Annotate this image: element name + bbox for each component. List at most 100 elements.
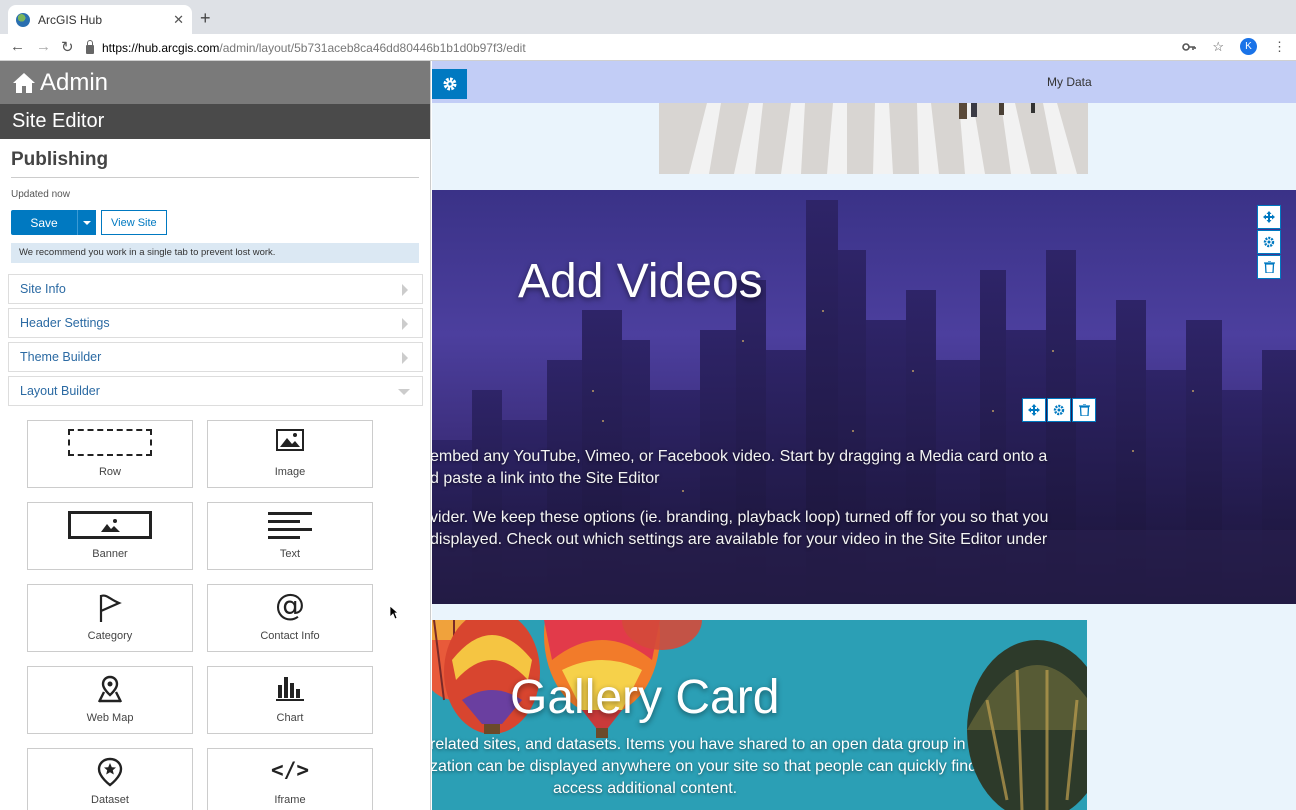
card-dataset[interactable]: Dataset [27,748,193,810]
back-icon[interactable]: ← [10,38,25,55]
videos-text-line: displayed. Check out which settings are … [432,531,1048,548]
site-editor-panel: Admin Site Editor Publishing Updated now… [0,61,431,810]
chevron-right-icon [402,284,408,296]
card-label: Iframe [274,794,306,806]
card-text[interactable]: Text [207,502,373,570]
accordion-label: Layout Builder [20,384,100,398]
address-bar-row: ← → ↻ https://hub.arcgis.com/admin/layou… [0,34,1296,61]
chevron-right-icon [402,318,408,330]
dark-balloon-photo [967,640,1087,810]
move-icon [1028,404,1040,416]
url-host: https://hub.arcgis.com [102,41,220,55]
accordion-header-settings[interactable]: Header Settings [8,308,423,338]
site-nav-bar: My Data [432,61,1296,103]
publishing-section: Publishing Updated now Save View Site We… [0,139,430,263]
accordion-label: Theme Builder [20,350,102,364]
row-icon [68,429,152,456]
close-tab-icon[interactable]: ✕ [173,12,184,28]
mouse-cursor-icon [389,605,399,620]
chevron-down-icon [398,389,410,395]
card-label: Image [274,466,306,478]
accordion-theme-builder[interactable]: Theme Builder [8,342,423,372]
row-toolbar [1257,205,1281,279]
code-icon: </> [271,758,309,782]
banner-icon [68,511,152,539]
view-site-button[interactable]: View Site [101,210,167,235]
accordion-site-info[interactable]: Site Info [8,274,423,304]
url-input[interactable]: https://hub.arcgis.com/admin/layout/5b73… [86,37,1236,59]
card-image[interactable]: Image [207,420,373,488]
card-label: Dataset [91,794,129,806]
crosswalk-photo [659,103,1088,174]
gallery-text-line: zation can be displayed anywhere on your… [432,758,1009,775]
tab-title: ArcGIS Hub [38,12,103,27]
card-contact-info[interactable]: @ Contact Info [207,584,373,652]
card-iframe[interactable]: </> Iframe [207,748,373,810]
card-banner[interactable]: Banner [27,502,193,570]
map-pin-icon [97,675,123,703]
move-row-button[interactable] [1257,205,1281,229]
gear-icon [1053,404,1065,416]
chart-icon [276,677,304,701]
move-card-button[interactable] [1022,398,1046,422]
caret-down-icon [83,220,91,225]
at-icon: @ [275,588,305,623]
admin-title: Admin [40,68,109,96]
browser-tab-bar: ArcGIS Hub ✕ + [0,0,1296,34]
site-editor-title: Site Editor [0,104,430,139]
key-icon[interactable] [1182,42,1197,52]
card-label: Row [98,466,121,478]
card-label: Chart [276,712,304,724]
gallery-text-line: access additional content. [553,780,738,797]
videos-text-line: embed any YouTube, Vimeo, or Facebook vi… [432,448,1048,465]
chevron-right-icon [402,352,408,364]
trash-icon [1263,261,1275,273]
videos-text-line: d paste a link into the Site Editor [432,470,660,487]
url-path: /admin/layout/5b731aceb8ca46dd80446b1b1d… [219,41,526,55]
text-icon [268,512,312,539]
publishing-heading: Publishing [11,149,419,178]
site-preview: My Data Add Videos embed any YouTube, Vi… [432,61,1296,810]
save-dropdown-button[interactable] [77,210,96,235]
profile-avatar[interactable]: K [1240,38,1257,55]
card-row[interactable]: Row [27,420,193,488]
globe-icon [16,12,30,27]
image-icon [276,429,304,451]
card-label: Web Map [86,712,134,724]
card-chart[interactable]: Chart [207,666,373,734]
single-tab-notice: We recommend you work in a single tab to… [11,243,419,263]
home-icon [13,72,35,93]
browser-tab[interactable]: ArcGIS Hub ✕ [8,5,192,34]
accordion-label: Header Settings [20,316,110,330]
nav-link-my-data[interactable]: My Data [1047,75,1092,89]
trash-icon [1078,404,1090,416]
site-settings-button[interactable] [432,69,467,99]
card-settings-button[interactable] [1047,398,1071,422]
editor-accordion: Site Info Header Settings Theme Builder … [0,274,430,406]
star-icon[interactable]: ☆ [1212,39,1224,55]
card-label: Category [87,630,133,642]
updated-status: Updated now [11,189,70,200]
forward-icon[interactable]: → [36,38,51,55]
card-toolbar [1022,398,1096,422]
card-category[interactable]: Category [27,584,193,652]
new-tab-icon[interactable]: + [200,8,211,29]
gear-icon [443,77,456,91]
delete-row-button[interactable] [1257,255,1281,279]
lock-icon [86,39,94,54]
admin-header[interactable]: Admin [0,61,430,104]
reload-icon[interactable]: ↻ [61,38,74,56]
gallery-banner-section: Gallery Card related sites, and datasets… [432,620,1087,810]
accordion-layout-builder[interactable]: Layout Builder [8,376,423,406]
videos-text-line: vider. We keep these options (ie. brandi… [432,509,1049,526]
card-web-map[interactable]: Web Map [27,666,193,734]
save-button[interactable]: Save [11,210,77,235]
row-settings-button[interactable] [1257,230,1281,254]
videos-banner-section: Add Videos embed any YouTube, Vimeo, or … [432,190,1296,604]
move-icon [1263,211,1275,223]
menu-icon[interactable]: ⋮ [1273,39,1286,55]
card-label: Banner [92,548,128,560]
delete-card-button[interactable] [1072,398,1096,422]
card-label: Text [279,548,301,560]
dataset-pin-icon [97,757,123,787]
